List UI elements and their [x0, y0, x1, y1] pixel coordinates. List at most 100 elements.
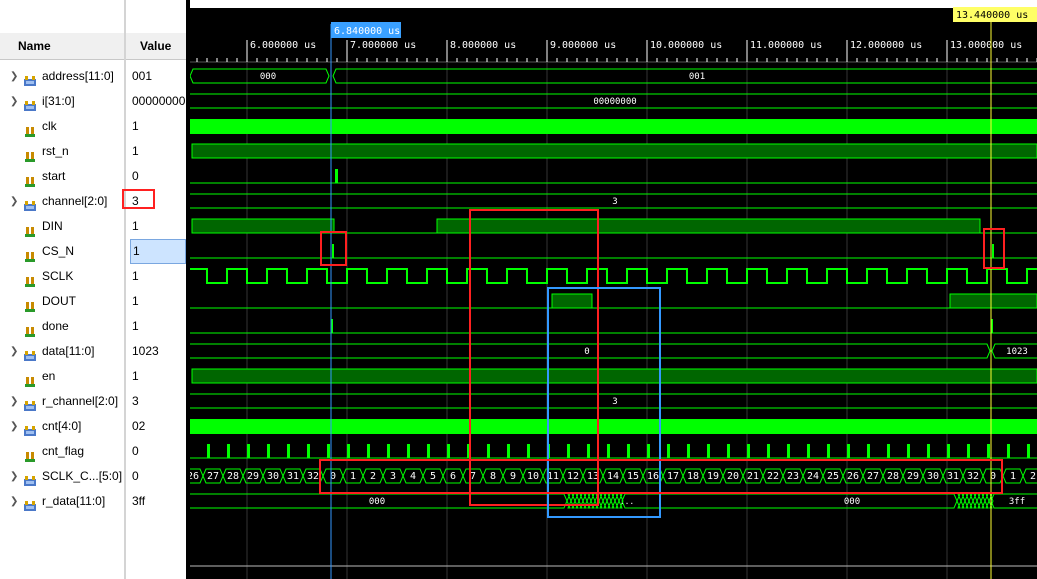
signal-row-cnt-flag[interactable]: cnt_flag — [0, 439, 124, 464]
cntflag-pulse — [827, 444, 830, 458]
counter-value-label: 22 — [767, 471, 779, 482]
cntflag-pulse — [747, 444, 750, 458]
expand-chevron-icon[interactable]: ❯ — [10, 189, 18, 214]
signal-value[interactable]: 1 — [126, 364, 186, 389]
bus-icon — [24, 471, 36, 486]
signal-row-sclk[interactable]: SCLK — [0, 264, 124, 289]
cntflag-pulse — [287, 444, 290, 458]
cntflag-pulse — [867, 444, 870, 458]
signal-name: address[11:0] — [42, 69, 114, 83]
signal-name: r_channel[2:0] — [42, 394, 119, 408]
signal-row-sclk-c-5-0-[interactable]: ❯ SCLK_C...[5:0] — [0, 464, 124, 489]
signal-row-dout[interactable]: DOUT — [0, 289, 124, 314]
bus-segment — [614, 493, 620, 509]
expand-chevron-icon[interactable]: ❯ — [10, 464, 18, 489]
bus-value-label: 1023 — [1006, 347, 1028, 357]
expand-chevron-icon[interactable]: ❯ — [10, 489, 18, 514]
bit-high-region — [436, 218, 981, 234]
bus-value-label: 3 — [612, 197, 617, 207]
signal-value[interactable]: 1 — [126, 314, 186, 339]
signal-name-panel: Name ❯ address[11:0] ❯ i[31:0] clk rst_n start… — [0, 0, 124, 579]
value-column-header[interactable]: Value — [126, 33, 186, 60]
signal-row-r-channel-2-0-[interactable]: ❯ r_channel[2:0] — [0, 389, 124, 414]
expand-chevron-icon[interactable]: ❯ — [10, 339, 18, 364]
signal-name: cnt[4:0] — [42, 419, 82, 433]
cntflag-pulse — [207, 444, 210, 458]
signal-row-rst-n[interactable]: rst_n — [0, 139, 124, 164]
expand-chevron-icon[interactable]: ❯ — [10, 414, 18, 439]
signal-value[interactable]: 001 — [126, 64, 186, 89]
signal-name: r_data[11:0] — [42, 494, 106, 508]
annotation-box-dout-window — [547, 287, 661, 518]
bus-icon — [24, 496, 36, 511]
signal-value[interactable]: 1023 — [126, 339, 186, 364]
signal-value[interactable]: 1 — [126, 139, 186, 164]
signal-value[interactable]: 0 — [126, 164, 186, 189]
signal-value-text: 3 — [132, 394, 139, 408]
bus-segment — [960, 493, 966, 509]
cntflag-pulse — [507, 444, 510, 458]
counter-value-label: 2 — [1030, 471, 1036, 482]
signal-value[interactable]: 0 — [126, 439, 186, 464]
signal-value[interactable]: 1 — [126, 114, 186, 139]
signal-value[interactable]: 1 — [126, 214, 186, 239]
bus-value-label: ... — [620, 497, 634, 506]
counter-value-label: 18 — [687, 471, 699, 482]
cntflag-pulse — [567, 444, 570, 458]
cntflag-pulse — [427, 444, 430, 458]
signal-value[interactable]: 0 — [126, 464, 186, 489]
ruler-tick-label: 11.000000 us — [750, 40, 822, 51]
cntflag-pulse — [367, 444, 370, 458]
bus-segment — [190, 343, 991, 359]
signal-value[interactable]: 00000000 — [126, 89, 186, 114]
bus-value-label: 001 — [689, 72, 705, 82]
cntflag-pulse — [267, 444, 270, 458]
waveform-canvas[interactable]: 6.000000 us 7.000000 us 8.000000 us 9.00000… — [190, 0, 1037, 579]
counter-value-label: 10 — [527, 471, 539, 482]
name-column-header[interactable]: Name — [0, 33, 124, 60]
value-toolbar — [126, 0, 186, 33]
signal-value-text: 0 — [132, 469, 139, 483]
cntflag-pulse — [607, 444, 610, 458]
signal-value[interactable]: 3ff — [126, 489, 186, 514]
signal-row-cs-n[interactable]: CS_N — [0, 239, 124, 264]
signal-row-start[interactable]: start — [0, 164, 124, 189]
signal-value[interactable]: 1 — [130, 239, 186, 264]
bus-segment — [964, 493, 970, 509]
expand-chevron-icon[interactable]: ❯ — [10, 389, 18, 414]
counter-value-label: 16 — [647, 471, 659, 482]
signal-value-text: 001 — [132, 69, 153, 83]
signal-row-cnt-4-0-[interactable]: ❯ cnt[4:0] — [0, 414, 124, 439]
signal-name: SCLK — [42, 269, 74, 283]
signal-row-en[interactable]: en — [0, 364, 124, 389]
signal-value[interactable]: 3 — [126, 389, 186, 414]
signal-value-text: 1 — [132, 219, 139, 233]
signal-row-address-11-0-[interactable]: ❯ address[11:0] — [0, 64, 124, 89]
expand-chevron-icon[interactable]: ❯ — [10, 89, 18, 114]
signal-row-channel-2-0-[interactable]: ❯ channel[2:0] — [0, 189, 124, 214]
bus-segment — [598, 493, 604, 509]
signal-row-din[interactable]: DIN — [0, 214, 124, 239]
signal-value[interactable]: 1 — [126, 264, 186, 289]
signal-value[interactable]: 1 — [126, 289, 186, 314]
bus-segment — [332, 68, 1037, 84]
expand-chevron-icon[interactable]: ❯ — [10, 64, 18, 89]
counter-value-label: 26 — [190, 471, 199, 482]
cntflag-pulse — [627, 444, 630, 458]
signal-name: i[31:0] — [42, 94, 75, 108]
cntflag-pulse — [647, 444, 650, 458]
signal-row-clk[interactable]: clk — [0, 114, 124, 139]
signal-row-done[interactable]: done — [0, 314, 124, 339]
signal-value-text: 00000000 — [132, 94, 186, 108]
counter-value-label: 5 — [430, 471, 436, 482]
signal-value[interactable]: 02 — [126, 414, 186, 439]
bus-value-label: 0 — [584, 347, 589, 357]
cntflag-pulse — [907, 444, 910, 458]
bit-icon — [24, 221, 36, 237]
signal-row-i-31-0-[interactable]: ❯ i[31:0] — [0, 89, 124, 114]
signal-row-r-data-11-0-[interactable]: ❯ r_data[11:0] — [0, 489, 124, 514]
counter-value-label: 6 — [450, 471, 456, 482]
counter-value-label: 14 — [607, 471, 619, 482]
signal-row-data-11-0-[interactable]: ❯ data[11:0] — [0, 339, 124, 364]
signal-value-text: 1 — [132, 119, 139, 133]
